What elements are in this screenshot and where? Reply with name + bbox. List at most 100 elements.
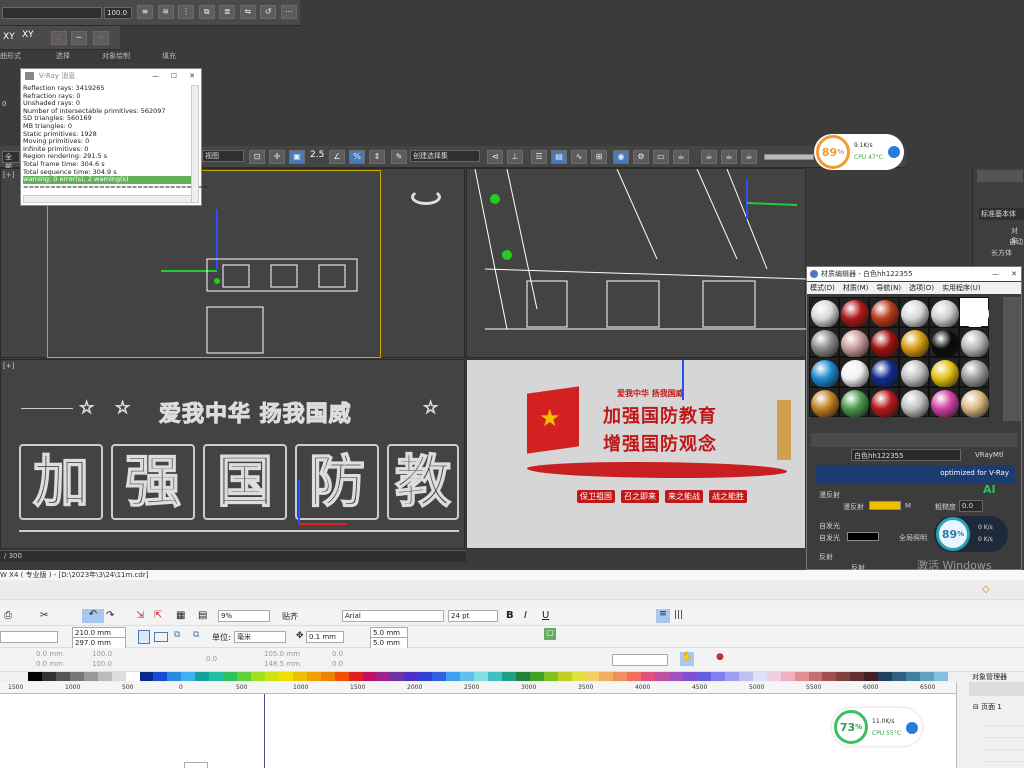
cut-icon[interactable]: ✂ <box>40 610 48 621</box>
material-slot[interactable] <box>839 387 869 418</box>
progress-slider[interactable] <box>764 154 814 160</box>
palette-swatch[interactable] <box>724 672 739 681</box>
palette-swatch[interactable] <box>613 672 628 681</box>
xy-button[interactable]: XY <box>3 32 15 42</box>
import-icon[interactable]: ⇲ <box>136 610 144 621</box>
palette-swatch[interactable] <box>515 672 530 681</box>
material-slot[interactable] <box>899 357 929 388</box>
palette-swatch[interactable] <box>543 672 558 681</box>
render-icon[interactable]: ☕ <box>673 150 689 164</box>
xy-constraint-button[interactable]: XY <box>22 30 34 40</box>
material-slot[interactable] <box>809 297 839 328</box>
outline-combo[interactable] <box>612 654 668 666</box>
font-combo[interactable]: Arial <box>342 610 444 622</box>
close-icon[interactable]: ✕ <box>189 69 195 83</box>
small-a[interactable]: 0.0 <box>332 650 343 658</box>
palette-swatch[interactable] <box>264 672 279 681</box>
material-slot[interactable] <box>869 357 899 388</box>
palette-swatch[interactable] <box>474 672 488 681</box>
om-page-label[interactable]: ⊟ 页面 1 <box>973 702 1002 712</box>
palette-swatch[interactable] <box>641 672 656 681</box>
palette-swatch[interactable] <box>237 672 251 681</box>
material-type-button[interactable]: VRayMtl <box>975 451 1004 459</box>
portrait-icon[interactable] <box>138 630 150 644</box>
palette-icon[interactable]: ● <box>716 652 724 662</box>
viewport-label[interactable]: [+] <box>3 171 14 179</box>
material-slot[interactable] <box>809 387 839 418</box>
material-slot[interactable] <box>959 387 989 418</box>
palette-swatch[interactable] <box>320 672 335 681</box>
nudge-input[interactable]: 0.1 mm <box>306 631 344 643</box>
material-slot[interactable] <box>809 327 839 358</box>
material-slot[interactable] <box>959 297 989 328</box>
palette-swatch[interactable] <box>683 672 697 681</box>
material-slot[interactable] <box>929 357 959 388</box>
viewport-front[interactable]: [+] ☆ ☆ 爱我中华 扬我国威 ☆ 加 强 国 防 教 <box>0 359 465 549</box>
reset-icon[interactable]: ↺ <box>260 5 277 19</box>
hand-icon[interactable]: ✋ <box>680 652 694 666</box>
material-slot[interactable] <box>839 327 869 358</box>
palette-swatch[interactable] <box>390 672 405 681</box>
diffuse-swatch[interactable] <box>869 501 901 510</box>
palette-swatch[interactable] <box>836 672 851 681</box>
viewport-label-front[interactable]: [+] <box>3 362 14 370</box>
material-slot[interactable] <box>929 297 959 328</box>
palette-swatch[interactable] <box>766 672 781 681</box>
material-slot[interactable] <box>959 357 989 388</box>
palette-swatch[interactable] <box>906 672 920 681</box>
palette-swatch[interactable] <box>878 672 893 681</box>
teapot-c-icon[interactable]: ☕ <box>741 150 757 164</box>
spacing-icon[interactable]: ⋮ <box>178 5 195 19</box>
palette-swatch[interactable] <box>125 672 140 681</box>
palette-swatch[interactable] <box>850 672 865 681</box>
palette-swatch[interactable] <box>139 672 154 681</box>
palette-swatch[interactable] <box>571 672 586 681</box>
launcher-icon[interactable]: ▦ <box>176 610 185 621</box>
percent-snap-icon[interactable]: % <box>349 150 365 164</box>
teapot-b-icon[interactable]: ☕ <box>721 150 737 164</box>
h-scrollbar[interactable] <box>23 195 193 203</box>
tab-select[interactable]: 选择 <box>56 51 70 61</box>
schematic-icon[interactable]: ⊞ <box>591 150 607 164</box>
material-editor-icon[interactable]: ◉ <box>613 150 629 164</box>
redo-icon[interactable]: ↷ <box>106 610 114 621</box>
viewport-perspective[interactable] <box>466 168 807 358</box>
palette-swatch[interactable] <box>292 672 307 681</box>
align-left-icon[interactable]: ≡ <box>656 609 670 623</box>
object-type-combo[interactable]: 标准基本体 <box>979 208 1024 220</box>
array-icon[interactable]: ≡ <box>137 5 153 19</box>
render-setup-icon[interactable]: ⚙ <box>633 150 649 164</box>
om-tree[interactable] <box>985 714 1024 764</box>
zoom-combo[interactable]: 9% <box>218 610 270 622</box>
move-icon[interactable]: ✛ <box>269 150 285 164</box>
pos-y[interactable]: 0.0 mm <box>36 660 63 668</box>
palette-swatch[interactable] <box>376 672 391 681</box>
palette-swatch[interactable] <box>55 672 70 681</box>
palette-swatch[interactable] <box>585 672 600 681</box>
all-filter[interactable]: 全部 <box>2 151 20 171</box>
italic-icon[interactable]: I <box>524 610 527 621</box>
gi-checkbox[interactable]: 全局照明 <box>899 533 927 543</box>
viewport-rendered[interactable]: ★ 爱我中华 扬我国威 加强国防教育 增强国防观念 保卫祖国 召之即来 来之能战… <box>466 359 806 549</box>
material-slot[interactable] <box>869 387 899 418</box>
v-scrollbar[interactable] <box>191 85 199 203</box>
palette-swatch[interactable] <box>669 672 684 681</box>
scale-x[interactable]: 100.0 <box>92 650 112 658</box>
material-slot[interactable] <box>809 357 839 388</box>
edit-named-sel-icon[interactable]: ✎ <box>391 150 407 164</box>
mirror-icon[interactable]: ⇋ <box>239 5 256 19</box>
material-slot[interactable] <box>929 387 959 418</box>
palette-swatch[interactable] <box>28 672 42 681</box>
align-tool-icon[interactable]: ⊥ <box>507 150 523 164</box>
palette-swatch[interactable] <box>557 672 572 681</box>
snapshot-icon[interactable]: ≋ <box>157 5 174 19</box>
close-icon[interactable]: ✕ <box>1011 267 1017 281</box>
material-name-field[interactable]: 白色hh122355 <box>851 449 961 461</box>
palette-swatch[interactable] <box>446 672 461 681</box>
palette-swatch[interactable] <box>822 672 837 681</box>
palette-swatch[interactable] <box>418 672 433 681</box>
palette-swatch[interactable] <box>864 672 879 681</box>
doc-icon[interactable]: ▢ <box>544 628 556 640</box>
material-slot[interactable] <box>839 357 869 388</box>
teapot-a-icon[interactable]: ☕ <box>701 150 717 164</box>
